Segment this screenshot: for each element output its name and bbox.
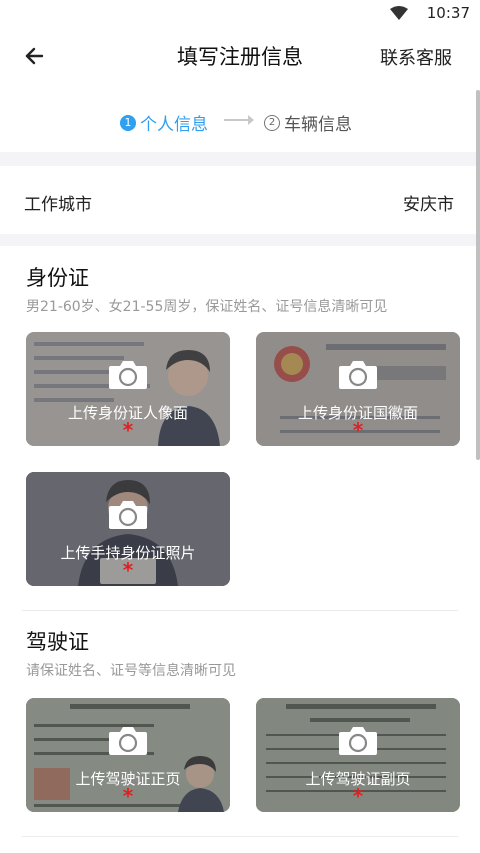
id-card-section-desc: 男21-60岁、女21-55周岁，保证姓名、证号信息清晰可见 [26, 299, 388, 315]
upload-section: 身份证 男21-60岁、女21-55周岁，保证姓名、证号信息清晰可见 上传身份证… [0, 246, 480, 853]
required-mark: * [122, 418, 134, 442]
required-mark: * [352, 418, 364, 442]
status-bar: 10:37 [0, 0, 480, 26]
camera-icon [109, 727, 147, 755]
driver-license-section-desc: 请保证姓名、证号等信息清晰可见 [26, 663, 236, 679]
camera-icon [109, 361, 147, 389]
step-number: 2 [264, 114, 280, 131]
step-vehicle-info: 2 车辆信息 [264, 110, 352, 135]
scrollbar[interactable] [476, 90, 480, 460]
required-mark: * [352, 784, 364, 808]
camera-icon [339, 361, 377, 389]
id-card-section-title: 身份证 [26, 266, 89, 290]
wifi-icon [390, 6, 408, 20]
required-mark: * [122, 558, 134, 582]
step-label: 个人信息 [140, 115, 208, 135]
header: 填写注册信息 联系客服 [0, 26, 480, 86]
work-city-label: 工作城市 [24, 195, 92, 215]
section-divider [22, 610, 458, 611]
camera-icon [339, 727, 377, 755]
status-time: 10:37 [426, 4, 470, 22]
upload-id-handheld-card[interactable]: 上传手持身份证照片 * [26, 472, 230, 586]
step-number: 1 [120, 114, 136, 131]
step-personal-info: 1 个人信息 [120, 110, 208, 135]
arrow-right-icon [248, 115, 254, 125]
upload-id-back-card[interactable]: 上传身份证国徽面 * [256, 332, 460, 446]
step-connector [224, 119, 250, 121]
upload-id-front-card[interactable]: 上传身份证人像面 * [26, 332, 230, 446]
work-city-row[interactable]: 工作城市 安庆市 [0, 166, 480, 234]
driver-license-section-title: 驾驶证 [26, 630, 89, 654]
step-label: 车辆信息 [284, 115, 352, 135]
section-divider [22, 836, 458, 837]
required-mark: * [122, 784, 134, 808]
upload-license-front-card[interactable]: 上传驾驶证正页 * [26, 698, 230, 812]
upload-license-back-card[interactable]: 上传驾驶证副页 * [256, 698, 460, 812]
work-city-value: 安庆市 [403, 195, 454, 215]
step-indicator: 1 个人信息 2 车辆信息 [0, 86, 480, 152]
contact-support-button[interactable]: 联系客服 [380, 44, 452, 70]
camera-icon [109, 501, 147, 529]
